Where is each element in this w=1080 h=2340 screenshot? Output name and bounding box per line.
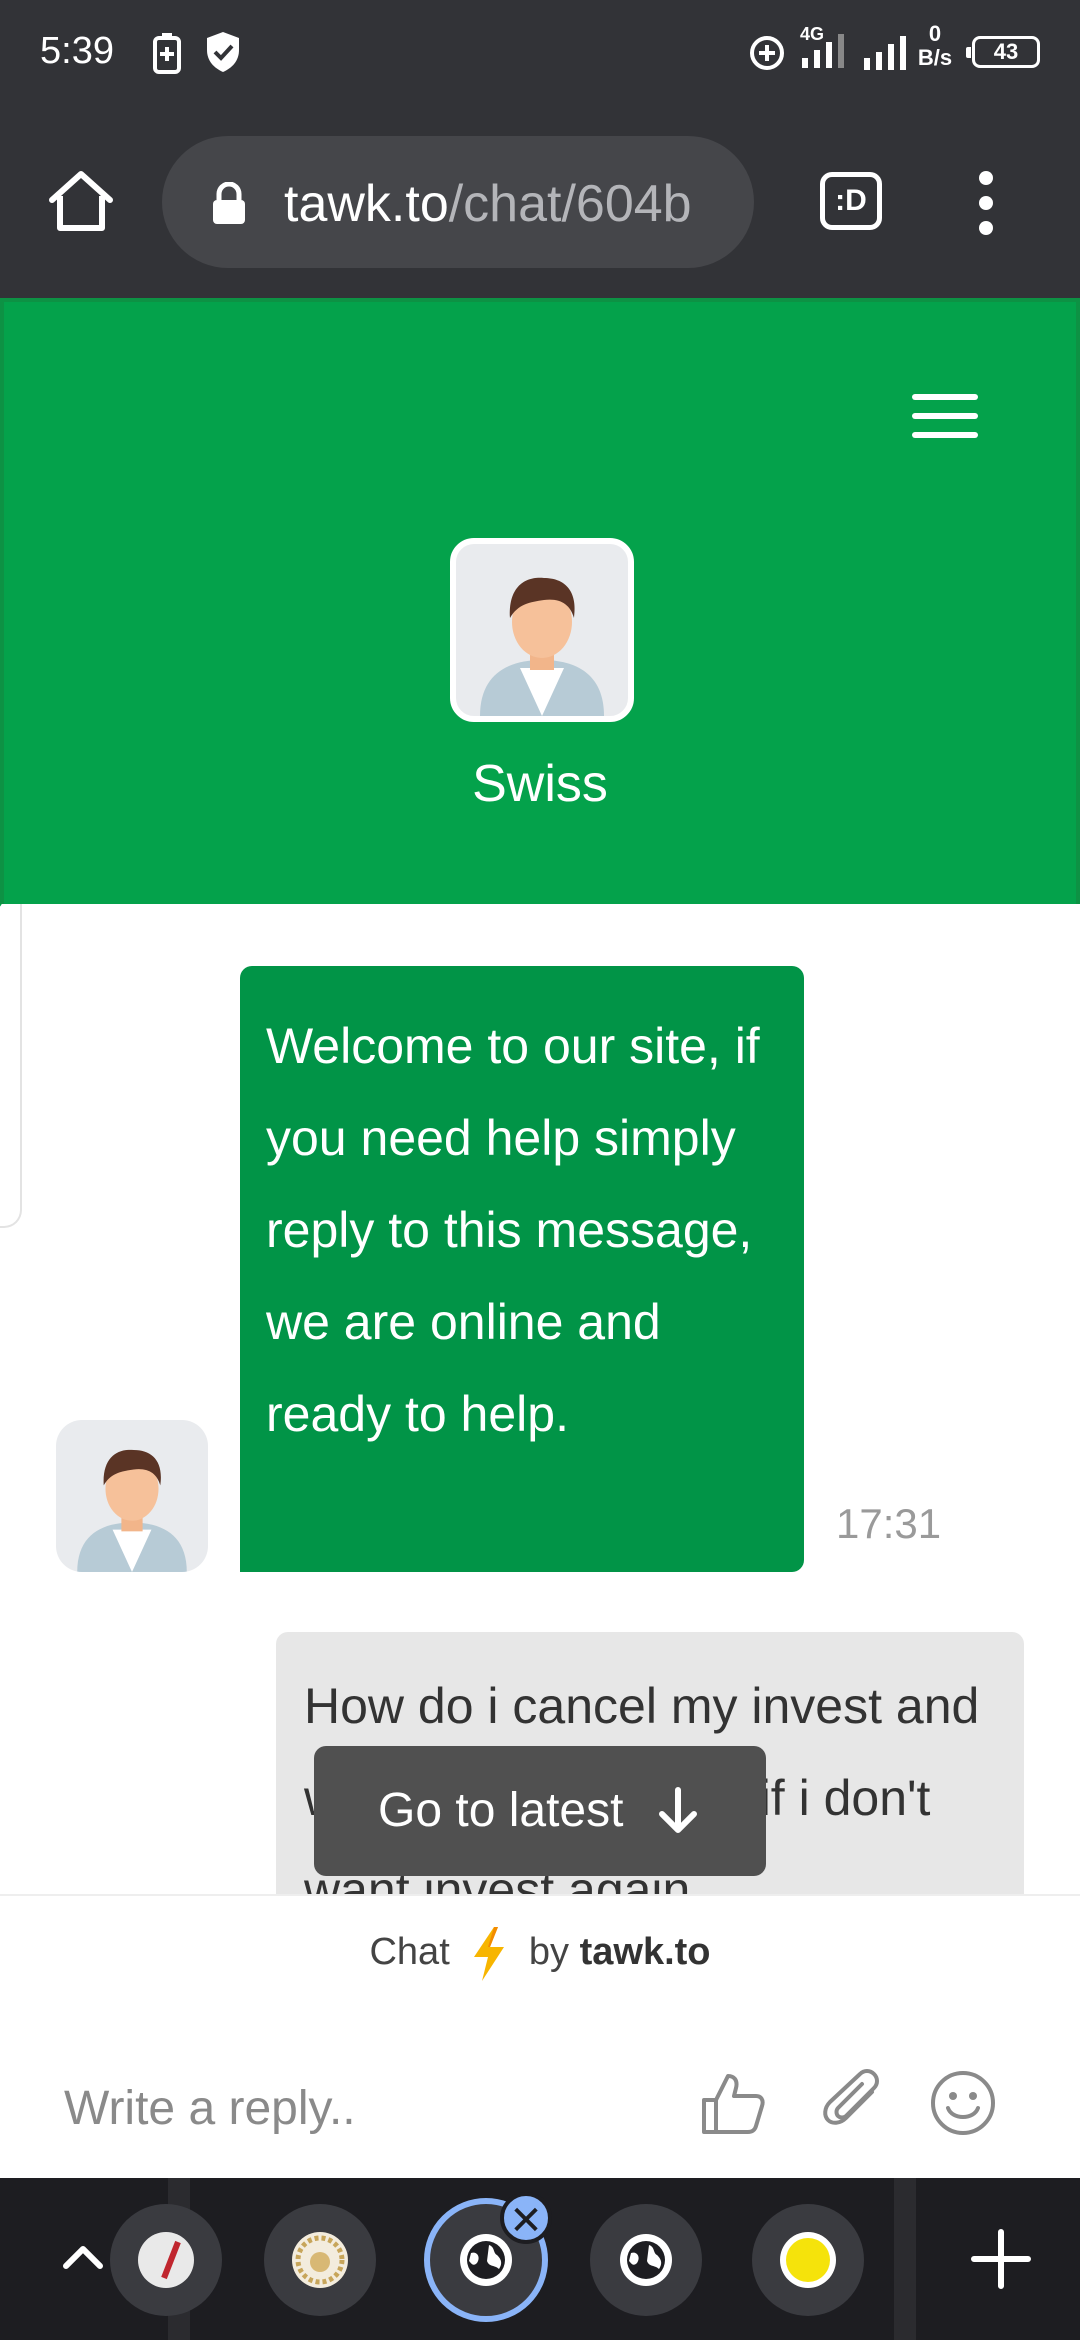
- powered-by-branding[interactable]: Chat by tawk.to: [0, 1894, 1080, 2006]
- battery-level: 43: [966, 36, 1040, 68]
- agent-name: Swiss: [472, 755, 608, 813]
- address-bar[interactable]: tawk.to/chat/604b: [162, 136, 754, 268]
- network-speed: 0 B/s: [914, 22, 956, 70]
- emoji-icon[interactable]: [928, 2068, 998, 2138]
- tab-thumbnail-partial[interactable]: [110, 2204, 222, 2316]
- home-icon[interactable]: [46, 166, 116, 236]
- battery-saver-icon: [153, 33, 181, 74]
- favicon-icon: [161, 2240, 181, 2280]
- tab-thumbnail-yellow[interactable]: [752, 2204, 864, 2316]
- tab-strip: ✕: [0, 2178, 1080, 2340]
- globe-icon: [620, 2234, 672, 2286]
- message-list[interactable]: Welcome to our site, if you need help si…: [0, 904, 1080, 1894]
- reply-input[interactable]: [64, 2066, 664, 2150]
- paperclip-icon[interactable]: [820, 2068, 890, 2138]
- globe-icon: [460, 2234, 512, 2286]
- branding-brand: tawk.to: [579, 1931, 711, 1973]
- lion-logo-icon: [292, 2232, 348, 2288]
- branding-by: by: [528, 1931, 570, 1973]
- tab-switcher-button[interactable]: :D: [820, 172, 882, 230]
- mobile-signal-icon: 4G: [800, 24, 854, 74]
- url-host: tawk.to: [284, 175, 449, 233]
- message-timestamp: 17:31: [836, 1500, 942, 1547]
- lock-icon: [213, 182, 245, 224]
- side-panel-tab[interactable]: [0, 904, 22, 1228]
- person-icon: [480, 577, 604, 716]
- agent-message-bubble: Welcome to our site, if you need help si…: [240, 966, 804, 1572]
- tab-thumbnail-lion[interactable]: [264, 2204, 376, 2316]
- agent-message-avatar: [56, 1420, 208, 1572]
- arrow-down-icon: [659, 1787, 697, 1833]
- shield-icon: [207, 32, 239, 72]
- hamburger-menu-icon[interactable]: [912, 394, 978, 444]
- network-speed-unit: B/s: [917, 45, 953, 70]
- status-bar: 5:39 4G 0 B/s 43: [0, 0, 1080, 108]
- tab-thumbnail-globe[interactable]: [590, 2204, 702, 2316]
- tab-strip-divider: [894, 2178, 916, 2340]
- agent-avatar: [450, 538, 634, 722]
- branding-prefix: Chat: [369, 1931, 450, 1973]
- message-composer: [0, 2006, 1080, 2178]
- close-tab-button[interactable]: ✕: [500, 2192, 552, 2244]
- thumbs-up-icon[interactable]: [698, 2068, 768, 2138]
- url-path: /chat/604b: [448, 175, 692, 233]
- browser-toolbar: tawk.to/chat/604b :D: [0, 108, 1080, 298]
- new-tab-icon[interactable]: [966, 2224, 1036, 2294]
- network-speed-value: 0: [928, 21, 942, 46]
- go-to-latest-label: Go to latest: [378, 1784, 624, 1837]
- go-to-latest-button[interactable]: Go to latest: [314, 1746, 766, 1876]
- person-icon: [77, 1449, 187, 1572]
- more-options-icon[interactable]: [972, 168, 1000, 238]
- signal-strength-icon: [864, 36, 906, 70]
- data-saver-icon: [750, 36, 784, 70]
- chevron-up-icon[interactable]: [58, 2232, 108, 2282]
- chat-header: Swiss: [0, 298, 1080, 904]
- status-time: 5:39: [40, 30, 114, 72]
- tab-favicon: [780, 2232, 836, 2288]
- lightning-bolt-icon: [474, 1926, 505, 1981]
- url-text[interactable]: tawk.to/chat/604b: [284, 174, 734, 234]
